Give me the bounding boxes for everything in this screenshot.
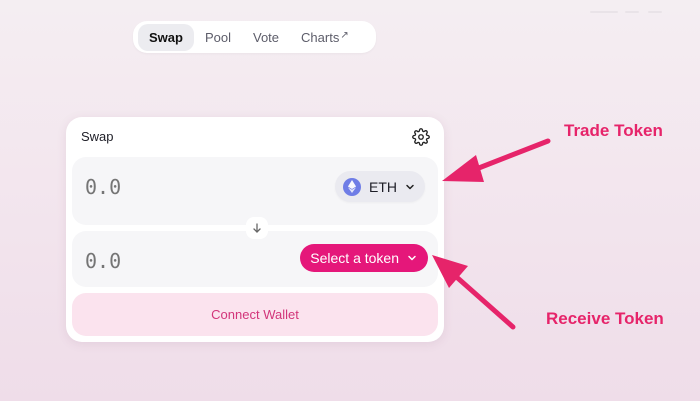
switch-direction-button[interactable] <box>246 217 268 239</box>
chevron-down-icon <box>406 184 414 189</box>
nav-tab-charts[interactable]: Charts↗ <box>290 24 360 51</box>
swap-card-title: Swap <box>81 129 114 144</box>
output-amount-field[interactable] <box>85 249 225 273</box>
ethereum-icon <box>343 177 361 196</box>
receive-arrow-icon <box>432 255 516 330</box>
output-token-panel: Select a token <box>72 231 438 287</box>
connect-wallet-label: Connect Wallet <box>211 307 299 322</box>
nav-tab-vote[interactable]: Vote <box>242 24 290 51</box>
gear-icon[interactable] <box>412 128 430 146</box>
top-nav: Swap Pool Vote Charts↗ <box>133 21 376 53</box>
nav-tab-swap[interactable]: Swap <box>138 23 194 51</box>
nav-tab-charts-label: Charts <box>301 29 340 45</box>
nav-tab-pool[interactable]: Pool <box>194 24 242 51</box>
input-token-selector[interactable]: ETH <box>335 171 425 202</box>
swap-card: Swap ETH Select a token <box>66 117 444 342</box>
annotation-receive-token: Receive Token <box>546 309 664 328</box>
select-token-label: Select a token <box>310 250 399 266</box>
arrow-down-icon <box>253 223 261 233</box>
input-amount-field[interactable] <box>85 175 225 199</box>
arrow-up-right-icon: ↗ <box>340 29 349 41</box>
header-decoration <box>648 11 662 13</box>
connect-wallet-button[interactable]: Connect Wallet <box>72 293 438 336</box>
trade-arrow-icon <box>442 138 551 182</box>
select-token-button[interactable]: Select a token <box>300 244 428 272</box>
annotation-trade-token: Trade Token <box>564 121 663 140</box>
input-token-label: ETH <box>369 178 397 195</box>
header-decoration <box>625 11 639 13</box>
chevron-down-icon <box>408 255 416 261</box>
header-decoration <box>590 11 618 13</box>
input-token-panel: ETH <box>72 157 438 225</box>
